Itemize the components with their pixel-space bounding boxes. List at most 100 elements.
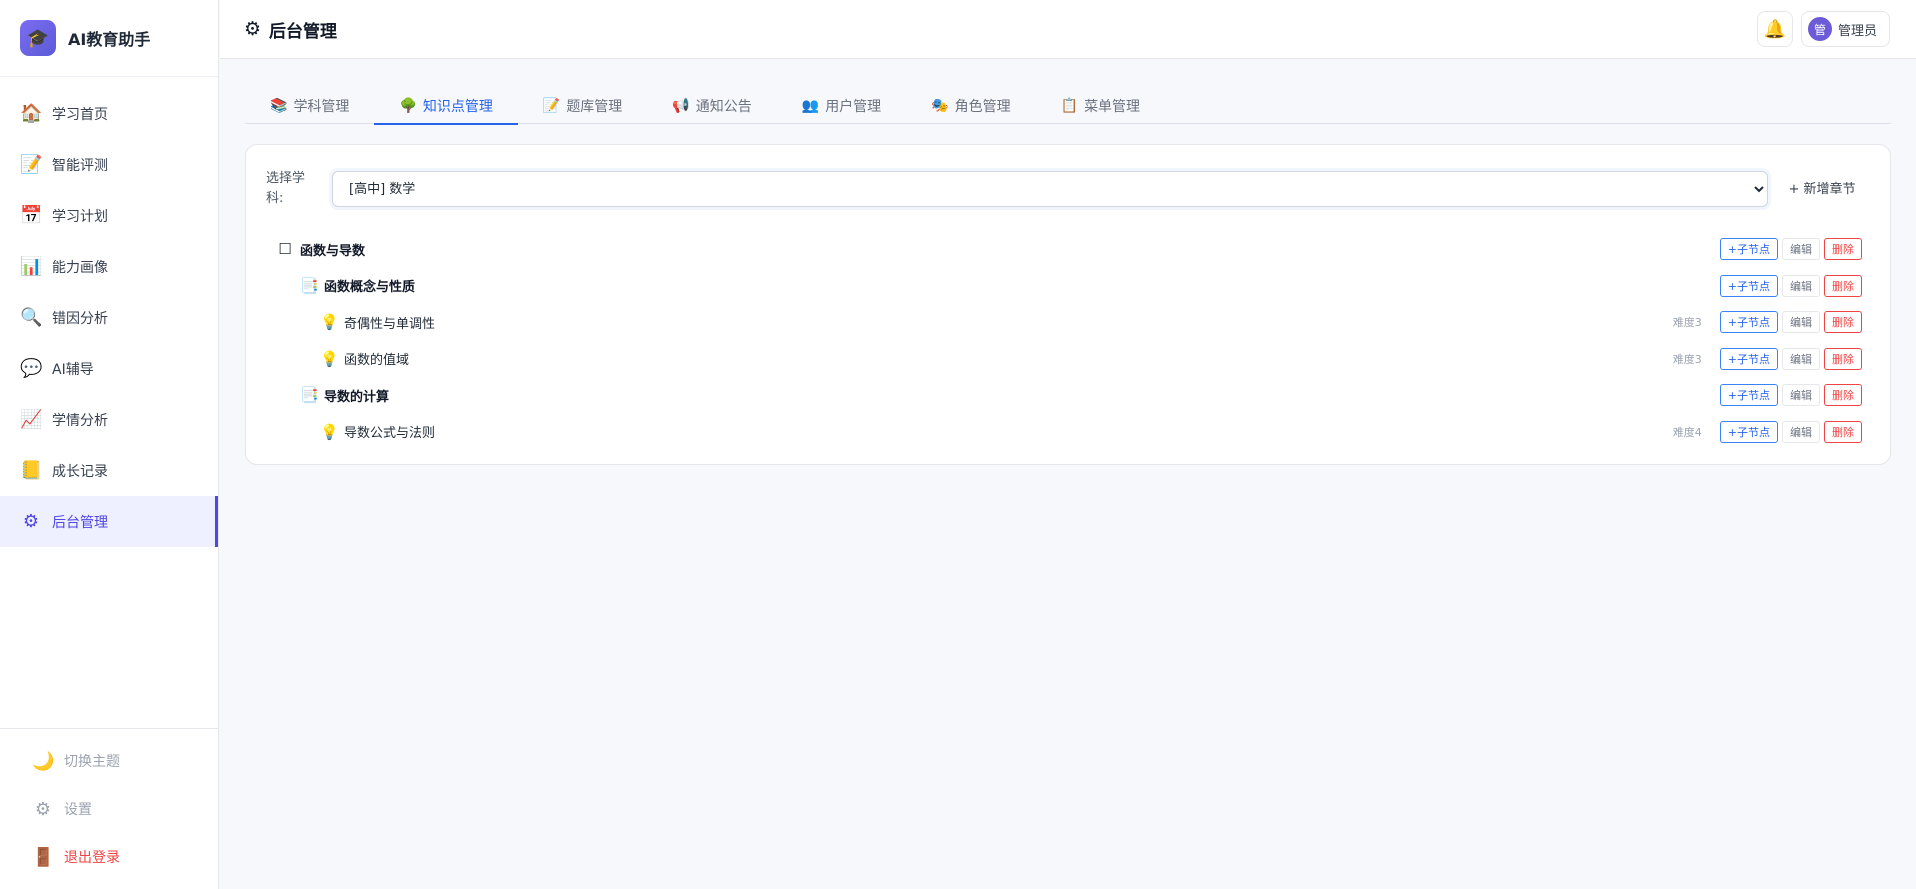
tree-node: 📑 函数概念与性质 +子节点 编辑 删除 xyxy=(276,268,1862,305)
sidebar-item-label: 错因分析 xyxy=(52,310,108,327)
door-icon: 🚪 xyxy=(32,846,55,868)
graduation-cap-icon: 🎓 xyxy=(20,20,56,56)
add-child-button[interactable]: +子节点 xyxy=(1719,274,1778,297)
edit-button[interactable]: 编辑 xyxy=(1782,347,1820,370)
delete-button[interactable]: 删除 xyxy=(1824,420,1862,443)
bar-chart-icon: 📊 xyxy=(20,256,43,277)
search-icon: 🔍 xyxy=(20,307,43,328)
node-actions: +子节点 编辑 删除 xyxy=(1716,238,1862,260)
user-name: 管理员 xyxy=(1837,23,1877,39)
home-icon: 🏠 xyxy=(20,103,43,124)
difficulty-badge: 难度3 xyxy=(1672,352,1702,366)
sidebar-item-label: AI辅导 xyxy=(52,361,94,378)
notification-button[interactable]: 🔔 xyxy=(1756,11,1793,47)
sidebar-item-label: 能力画像 xyxy=(52,259,108,276)
sidebar-item-1[interactable]: 🏠 学习首页 xyxy=(0,88,218,139)
bottom-item-label: 设置 xyxy=(64,802,92,818)
tab-1[interactable]: 📚 学科管理 xyxy=(245,88,374,124)
sidebar-bottom: 🌙 切换主题 ⚙ 设置 🚪 退出登录 xyxy=(0,728,219,889)
delete-button[interactable]: 删除 xyxy=(1824,347,1862,370)
tree-node-label: 导数的计算 xyxy=(324,389,390,405)
tree-node-label: 函数概念与性质 xyxy=(324,280,416,296)
knowledge-tree: ☐ 函数与导数 +子节点 编辑 删除 📑 函数概念与性质 +子节点 编辑 删除 💡 奇偶性与单调性 难度… xyxy=(276,231,1862,450)
header-actions: 🔔 管 管理员 xyxy=(1756,11,1890,47)
bottom-item-label: 切换主题 xyxy=(64,754,120,770)
clipboard-icon: 📋 xyxy=(1060,98,1079,114)
bell-icon: 🔔 xyxy=(1763,18,1787,40)
edit-icon: 📝 xyxy=(20,154,43,175)
tree-node: ☐ 函数与导数 +子节点 编辑 删除 xyxy=(276,231,1862,268)
gear-icon: ⚙ xyxy=(22,511,40,532)
trend-chart-icon: 📈 xyxy=(20,409,43,430)
settings-button[interactable]: ⚙ 设置 xyxy=(0,785,219,833)
edit-button[interactable]: 编辑 xyxy=(1782,311,1820,333)
moon-icon: 🌙 xyxy=(32,750,55,772)
sidebar-item-3[interactable]: 📅 学习计划 xyxy=(0,190,218,241)
bulb-icon: 💡 xyxy=(320,349,339,368)
tab-label: 角色管理 xyxy=(954,99,1011,115)
page-title-text: 后台管理 xyxy=(269,21,338,42)
sidebar-item-4[interactable]: 📊 能力画像 xyxy=(0,241,218,292)
sidebar-item-label: 学习首页 xyxy=(52,106,108,123)
memo-icon: 📝 xyxy=(542,98,561,114)
user-menu-button[interactable]: 管 管理员 xyxy=(1800,11,1890,47)
knowledge-card: 选择学科: [高中] 数学 + 新增章节 ☐ 函数与导数 +子节点 编辑 删除 📑 函数概念… xyxy=(245,144,1891,465)
books-icon: 📚 xyxy=(270,98,288,114)
add-child-button[interactable]: +子节点 xyxy=(1719,420,1778,443)
tab-5[interactable]: 👥 用户管理 xyxy=(777,88,906,124)
tree-node: 📑 导数的计算 +子节点 编辑 删除 xyxy=(276,377,1862,414)
difficulty-badge: 难度3 xyxy=(1672,316,1702,329)
folder-icon: ☐ xyxy=(278,240,292,259)
add-child-button[interactable]: +子节点 xyxy=(1719,311,1778,333)
brand[interactable]: 🎓 AI教育助手 xyxy=(0,0,218,77)
delete-button[interactable]: 删除 xyxy=(1824,311,1862,333)
edit-button[interactable]: 编辑 xyxy=(1782,274,1820,297)
sidebar-item-8[interactable]: 📒 成长记录 xyxy=(0,445,218,496)
delete-button[interactable]: 删除 xyxy=(1824,274,1862,297)
add-child-button[interactable]: +子节点 xyxy=(1719,347,1778,370)
theme-toggle-button[interactable]: 🌙 切换主题 xyxy=(0,737,219,785)
subject-select[interactable]: [高中] 数学 xyxy=(332,171,1768,207)
sidebar-item-9[interactable]: ⚙ 后台管理 xyxy=(0,496,218,547)
tab-6[interactable]: 🎭 角色管理 xyxy=(906,88,1035,124)
tab-7[interactable]: 📋 菜单管理 xyxy=(1036,88,1165,124)
edit-button[interactable]: 编辑 xyxy=(1782,420,1820,443)
tab-4[interactable]: 📢 通知公告 xyxy=(647,88,776,124)
add-chapter-button[interactable]: + 新增章节 xyxy=(1782,181,1862,198)
sidebar-item-7[interactable]: 📈 学情分析 xyxy=(0,394,218,445)
document-icon: 📑 xyxy=(300,276,319,295)
node-actions: 难度4 +子节点 编辑 删除 xyxy=(1673,420,1862,443)
sidebar-item-2[interactable]: 📝 智能评测 xyxy=(0,139,218,190)
subject-label: 选择学科: xyxy=(266,171,306,206)
sidebar-item-label: 学习计划 xyxy=(52,208,108,225)
sidebar-item-6[interactable]: 💬 AI辅导 xyxy=(0,343,218,394)
node-actions: 难度3 +子节点 编辑 删除 xyxy=(1673,311,1862,333)
logout-button[interactable]: 🚪 退出登录 xyxy=(0,833,219,881)
bulb-icon: 💡 xyxy=(320,313,339,332)
gear-icon: ⚙ xyxy=(244,18,262,40)
add-child-button[interactable]: +子节点 xyxy=(1719,238,1778,260)
admin-tabs: 📚 学科管理 🌳 知识点管理 📝 题库管理 📢 通知公告 👥 用户管理 🎭 角色管理 📋 菜单管理 xyxy=(245,88,1891,125)
users-icon: 👥 xyxy=(801,98,820,114)
tree-node-label: 函数的值域 xyxy=(344,353,410,369)
tree-node-label: 函数与导数 xyxy=(300,243,366,259)
tab-label: 用户管理 xyxy=(825,99,882,115)
gear-icon: ⚙ xyxy=(34,798,52,820)
tree-node: 💡 函数的值域 难度3 +子节点 编辑 删除 xyxy=(276,341,1862,378)
tab-3[interactable]: 📝 题库管理 xyxy=(518,88,647,124)
edit-button[interactable]: 编辑 xyxy=(1782,238,1820,260)
sidebar-item-5[interactable]: 🔍 错因分析 xyxy=(0,292,218,343)
bulb-icon: 💡 xyxy=(320,422,339,441)
delete-button[interactable]: 删除 xyxy=(1824,238,1862,260)
tree-node-label: 导数公式与法则 xyxy=(344,426,436,442)
add-child-button[interactable]: +子节点 xyxy=(1719,384,1778,406)
page-title: ⚙ 后台管理 xyxy=(244,17,337,42)
chat-icon: 💬 xyxy=(20,358,43,379)
tree-icon: 🌳 xyxy=(399,98,417,114)
bottom-item-label: 退出登录 xyxy=(64,850,120,866)
tab-2[interactable]: 🌳 知识点管理 xyxy=(374,88,519,125)
edit-button[interactable]: 编辑 xyxy=(1782,384,1820,406)
delete-button[interactable]: 删除 xyxy=(1824,384,1862,406)
notebook-icon: 📒 xyxy=(20,460,43,481)
sidebar-item-label: 成长记录 xyxy=(52,463,108,480)
